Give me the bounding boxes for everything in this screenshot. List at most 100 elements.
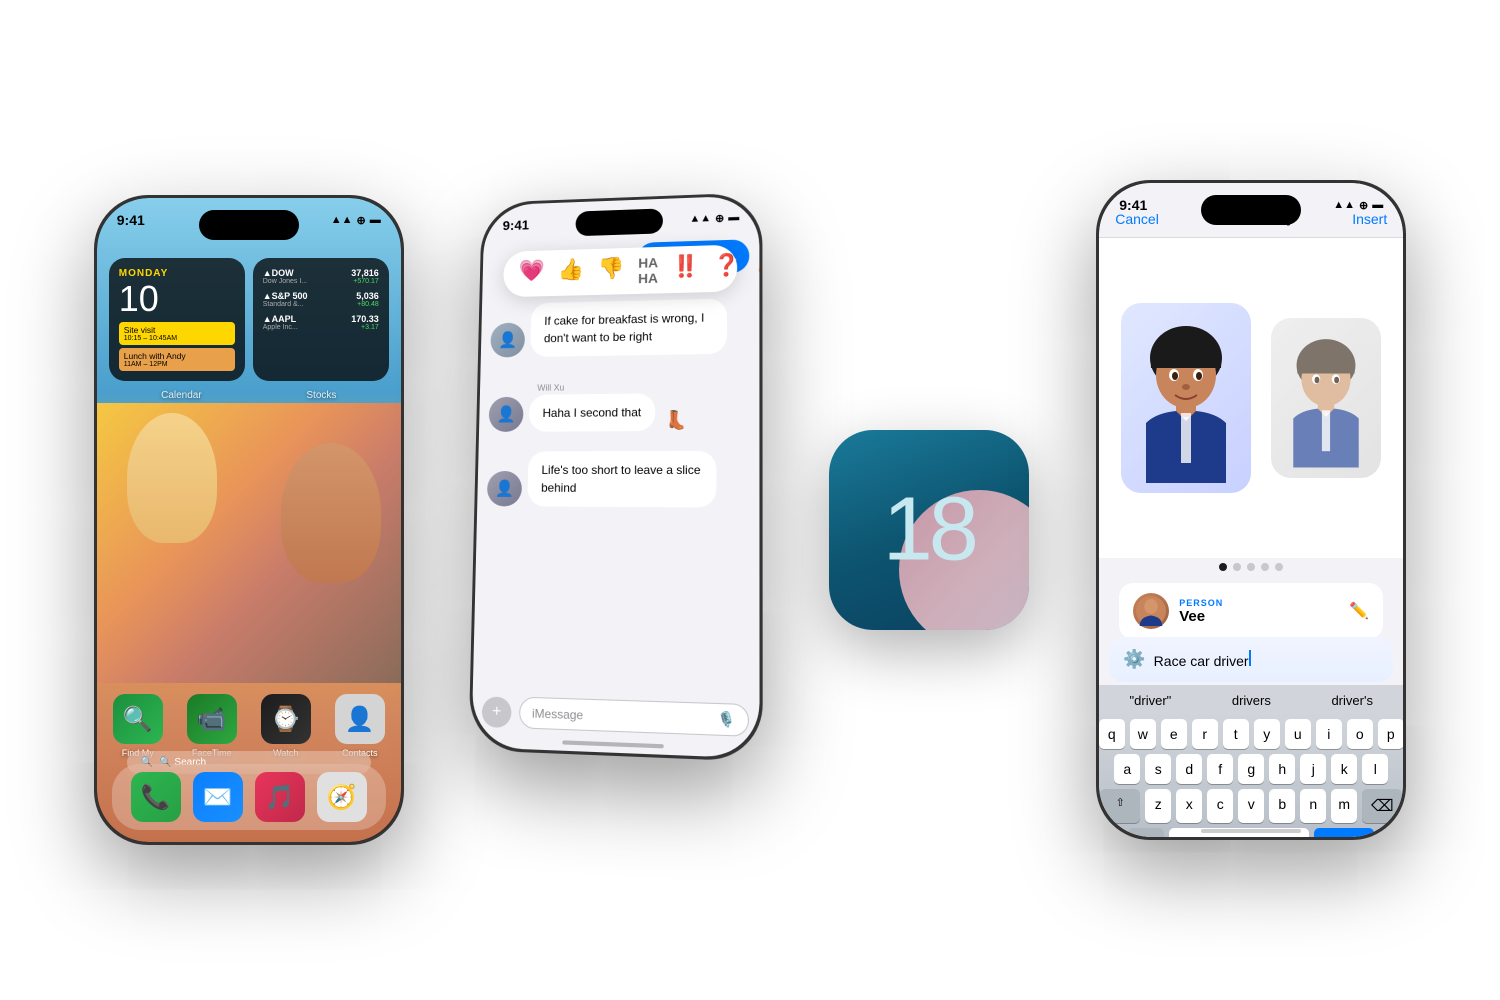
app-contacts[interactable]: 👤 Contacts: [331, 694, 389, 758]
app-facetime[interactable]: 📹 FaceTime: [183, 694, 241, 758]
messages-screen: 9:41 ▲▲ ⊕ ▬ Quick question... 💗 👍 👎 HA H…: [472, 195, 760, 758]
key-c[interactable]: c: [1207, 789, 1233, 823]
reaction-exclaim[interactable]: ‼️: [672, 253, 699, 285]
suggestion-driver-quoted[interactable]: "driver": [1130, 693, 1172, 708]
key-p[interactable]: p: [1378, 719, 1404, 749]
key-r[interactable]: r: [1192, 719, 1218, 749]
reaction-cake[interactable]: 🎂: [755, 251, 760, 283]
wifi-icon: ⊕: [357, 214, 366, 227]
reaction-heart[interactable]: 💗: [519, 258, 546, 289]
emoji-main[interactable]: [1121, 303, 1251, 493]
keyboard: q w e r t y u i o p a s d f g: [1099, 713, 1403, 837]
phone-messages: 9:41 ▲▲ ⊕ ▬ Quick question... 💗 👍 👎 HA H…: [469, 192, 763, 762]
imessage-input[interactable]: iMessage 🎙️: [519, 697, 749, 737]
stocks-widget-label: Stocks: [306, 390, 336, 401]
key-f[interactable]: f: [1207, 754, 1233, 784]
msg-1-text: If cake for breakfast is wrong, I don't …: [544, 311, 705, 345]
person-tag: PERSON: [1179, 598, 1223, 608]
message-input-bar: + iMessage 🎙️: [482, 695, 749, 736]
avatar-2: 👤: [489, 397, 524, 432]
key-b[interactable]: b: [1269, 789, 1295, 823]
person-name: Vee: [1179, 608, 1223, 625]
app-findmy[interactable]: 🔍 Find My: [109, 694, 167, 758]
key-done[interactable]: done: [1314, 828, 1374, 837]
reaction-badge-boots: 👢: [665, 410, 688, 431]
insert-button[interactable]: Insert: [1352, 211, 1387, 227]
emoji-preview-area: [1099, 238, 1403, 558]
dock-music[interactable]: 🎵: [251, 772, 309, 822]
add-attachment-button[interactable]: +: [482, 696, 512, 728]
scene: 9:41 ▲▲ ⊕ ▬ MONDAY 10 Site visit 10:15 –…: [0, 0, 1500, 1000]
msg-3: Life's too short to leave a slice behind: [527, 451, 716, 508]
edit-icon[interactable]: ✏️: [1349, 601, 1369, 621]
key-n[interactable]: n: [1300, 789, 1326, 823]
battery-icon: ▬: [370, 214, 381, 226]
avatar-3: 👤: [487, 471, 522, 507]
widget-stocks[interactable]: ▲DOWDow Jones I... 37,816+570.17 ▲S&P 50…: [253, 258, 389, 381]
signal-icon-2: ▲▲: [690, 212, 712, 224]
app-row-1: 🔍 Find My 📹 FaceTime ⌚ Watch 👤 Contacts: [109, 694, 389, 758]
keyboard-row-3: ⇧ z x c v b n m ⌫: [1103, 789, 1399, 823]
key-h[interactable]: h: [1269, 754, 1295, 784]
prompt-area[interactable]: ⚙️ Race car driver: [1109, 637, 1393, 682]
battery-icon-2: ▬: [729, 211, 740, 223]
emoji-reactions[interactable]: 💗 👍 👎 HA HA ‼️ ❓ 🎂 ···: [503, 245, 737, 298]
calendar-event-2: Lunch with Andy 11AM – 12PM: [119, 348, 235, 371]
time-2: 9:41: [503, 217, 530, 233]
key-t[interactable]: t: [1223, 719, 1249, 749]
key-j[interactable]: j: [1300, 754, 1326, 784]
key-l[interactable]: l: [1362, 754, 1388, 784]
app-watch[interactable]: ⌚ Watch: [257, 694, 315, 758]
key-m[interactable]: m: [1331, 789, 1357, 823]
msg-2-sender: Will Xu: [537, 380, 749, 392]
suggestion-drivers[interactable]: drivers: [1232, 693, 1271, 708]
widgets-row: MONDAY 10 Site visit 10:15 – 10:45AM Lun…: [109, 258, 389, 381]
dynamic-island-2: [576, 208, 664, 236]
prompt-icon: ⚙️: [1123, 649, 1145, 670]
wifi-icon-2: ⊕: [715, 211, 724, 224]
key-z[interactable]: z: [1145, 789, 1171, 823]
msg-2-container: Will Xu 👤 Haha I second that 👢: [489, 380, 750, 432]
dock-phone[interactable]: 📞: [127, 772, 185, 822]
key-s[interactable]: s: [1145, 754, 1171, 784]
suggestion-drivers-possessive[interactable]: driver's: [1331, 693, 1373, 708]
msg-3-container: 👤 Life's too short to leave a slice behi…: [487, 451, 749, 508]
key-o[interactable]: o: [1347, 719, 1373, 749]
wifi-icon-3: ⊕: [1359, 199, 1368, 212]
msg-2-text: Haha I second that: [543, 405, 642, 420]
cancel-button[interactable]: Cancel: [1115, 211, 1159, 227]
calendar-event-1: Site visit 10:15 – 10:45AM: [119, 322, 235, 345]
prompt-text: Race car driver: [1154, 650, 1380, 669]
emoji-secondary[interactable]: [1271, 318, 1381, 478]
reaction-thumbup[interactable]: 👍: [558, 257, 585, 288]
reaction-question[interactable]: ❓: [713, 252, 741, 284]
key-x[interactable]: x: [1176, 789, 1202, 823]
widget-calendar[interactable]: MONDAY 10 Site visit 10:15 – 10:45AM Lun…: [109, 258, 245, 381]
key-delete[interactable]: ⌫: [1362, 789, 1402, 823]
key-i[interactable]: i: [1316, 719, 1342, 749]
key-w[interactable]: w: [1130, 719, 1156, 749]
key-d[interactable]: d: [1176, 754, 1202, 784]
reaction-thumbdown[interactable]: 👎: [598, 256, 625, 288]
key-y[interactable]: y: [1254, 719, 1280, 749]
time-3: 9:41: [1119, 197, 1147, 213]
key-shift[interactable]: ⇧: [1100, 789, 1140, 823]
calendar-widget-label: Calendar: [161, 390, 202, 401]
key-a[interactable]: a: [1114, 754, 1140, 784]
ios18-logo: 18: [829, 430, 1029, 630]
key-v[interactable]: v: [1238, 789, 1264, 823]
key-u[interactable]: u: [1285, 719, 1311, 749]
key-k[interactable]: k: [1331, 754, 1357, 784]
mic-icon[interactable]: 🎙️: [717, 710, 735, 729]
dock-safari[interactable]: 🧭: [313, 772, 371, 822]
reaction-haha[interactable]: HA HA: [638, 255, 658, 286]
adult-face: [281, 443, 381, 583]
key-numbers[interactable]: 123: [1128, 828, 1164, 837]
dock-mail[interactable]: ✉️: [189, 772, 247, 822]
key-g[interactable]: g: [1238, 754, 1264, 784]
key-q[interactable]: q: [1099, 719, 1125, 749]
signal-icon-3: ▲▲: [1333, 199, 1355, 211]
key-e[interactable]: e: [1161, 719, 1187, 749]
status-icons-1: ▲▲ ⊕ ▬: [331, 214, 381, 227]
dock: 📞 ✉️ 🎵 🧭: [112, 764, 386, 830]
